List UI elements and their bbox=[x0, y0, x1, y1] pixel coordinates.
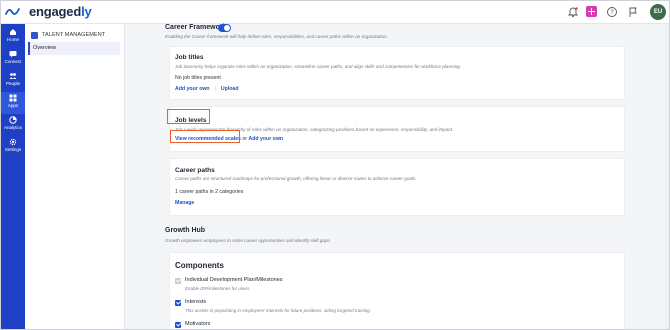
top-header: engagedly ? EU bbox=[1, 1, 669, 24]
career-paths-card: Career paths Career paths are structured… bbox=[169, 158, 625, 216]
notification-bell-icon[interactable] bbox=[567, 6, 579, 18]
add-button[interactable] bbox=[586, 6, 597, 17]
career-framework-toggle[interactable] bbox=[218, 24, 231, 32]
growth-hub-title: Growth Hub bbox=[165, 227, 206, 234]
interests-label: Interests bbox=[185, 299, 207, 305]
brand-name[interactable]: engagedly bbox=[29, 4, 92, 19]
help-icon[interactable]: ? bbox=[606, 6, 618, 18]
user-avatar[interactable]: EU bbox=[650, 4, 666, 20]
sidebar-item-people[interactable]: People bbox=[1, 70, 25, 92]
sidebar-item-label: Connect bbox=[4, 59, 22, 64]
analytics-icon bbox=[9, 116, 17, 124]
manage-link[interactable]: Manage bbox=[175, 200, 194, 206]
job-titles-card: Job titles Job taxonomy helps organize r… bbox=[169, 46, 625, 100]
highlight-job-levels bbox=[167, 109, 210, 124]
growth-hub-description: Growth empowers employees to seize caree… bbox=[165, 238, 331, 243]
motivators-checkbox[interactable] bbox=[175, 322, 181, 328]
job-titles-status: No job titles present bbox=[175, 75, 221, 81]
apps-icon bbox=[9, 94, 17, 102]
components-card: Components Individual Development Plan/M… bbox=[169, 252, 625, 329]
sidebar-item-label: Analytics bbox=[3, 125, 22, 130]
career-framework-description: Enabling the Career framework will help … bbox=[165, 34, 388, 39]
upload-link[interactable]: Upload bbox=[221, 86, 239, 92]
flag-icon[interactable] bbox=[627, 6, 639, 18]
idp-checkbox bbox=[175, 278, 181, 284]
sidebar-item-label: Settings bbox=[4, 147, 22, 152]
talent-management-icon bbox=[31, 31, 38, 39]
add-your-own-levels-link[interactable]: Add your own bbox=[248, 136, 283, 142]
settings-icon bbox=[9, 138, 17, 146]
home-icon bbox=[10, 29, 16, 35]
app-frame: engagedly ? EU Home Connect People Apps bbox=[0, 0, 670, 330]
sidebar-item-label: Apps bbox=[7, 103, 19, 108]
career-paths-description: Career paths are structured roadmaps for… bbox=[175, 176, 417, 181]
job-titles-description: Job taxonomy helps organize roles within… bbox=[175, 64, 461, 69]
sidebar-item-label: People bbox=[5, 81, 20, 86]
add-your-own-link[interactable]: Add your own bbox=[175, 86, 210, 92]
sidebar-item-connect[interactable]: Connect bbox=[1, 48, 25, 70]
interests-checkbox[interactable] bbox=[175, 300, 181, 306]
sidebar-item-settings[interactable]: Settings bbox=[1, 136, 25, 158]
connect-icon bbox=[9, 51, 17, 58]
subnav-heading-label: TALENT MANAGEMENT bbox=[42, 32, 106, 38]
idp-sub: Enable IDP/milestones for users. bbox=[185, 286, 251, 291]
idp-label: Individual Development Plan/Milestones bbox=[185, 277, 283, 283]
sidebar-item-home[interactable]: Home bbox=[1, 26, 25, 48]
page-scrollbar[interactable] bbox=[665, 24, 669, 329]
brand-logo-icon bbox=[5, 5, 20, 19]
career-paths-title: Career paths bbox=[175, 167, 215, 174]
primary-sidebar: Home Connect People Apps Analytics Setti… bbox=[1, 24, 25, 329]
interests-sub: This assists in pinpointing in employees… bbox=[185, 308, 371, 313]
sidebar-item-analytics[interactable]: Analytics bbox=[1, 114, 25, 136]
link-separator: | bbox=[214, 86, 216, 92]
people-icon bbox=[9, 73, 17, 79]
subnav-heading: TALENT MANAGEMENT bbox=[31, 30, 105, 40]
sidebar-item-apps[interactable]: Apps bbox=[1, 92, 25, 114]
job-titles-actions: Add your own | Upload bbox=[175, 86, 239, 92]
or-text: or bbox=[242, 136, 248, 142]
job-levels-card: Job levels Job Levels represent the hier… bbox=[169, 106, 625, 152]
job-titles-title: Job titles bbox=[175, 54, 204, 61]
secondary-sidebar: TALENT MANAGEMENT Overview bbox=[25, 24, 125, 329]
components-title: Components bbox=[175, 261, 224, 270]
svg-text:?: ? bbox=[610, 10, 614, 16]
motivators-label: Motivators bbox=[185, 321, 211, 327]
highlight-view-recommended-scales bbox=[170, 130, 240, 143]
sidebar-item-label: Home bbox=[6, 37, 19, 42]
subnav-item-overview[interactable]: Overview bbox=[28, 42, 120, 55]
career-paths-count: 1 career paths in 2 categories bbox=[175, 189, 244, 195]
